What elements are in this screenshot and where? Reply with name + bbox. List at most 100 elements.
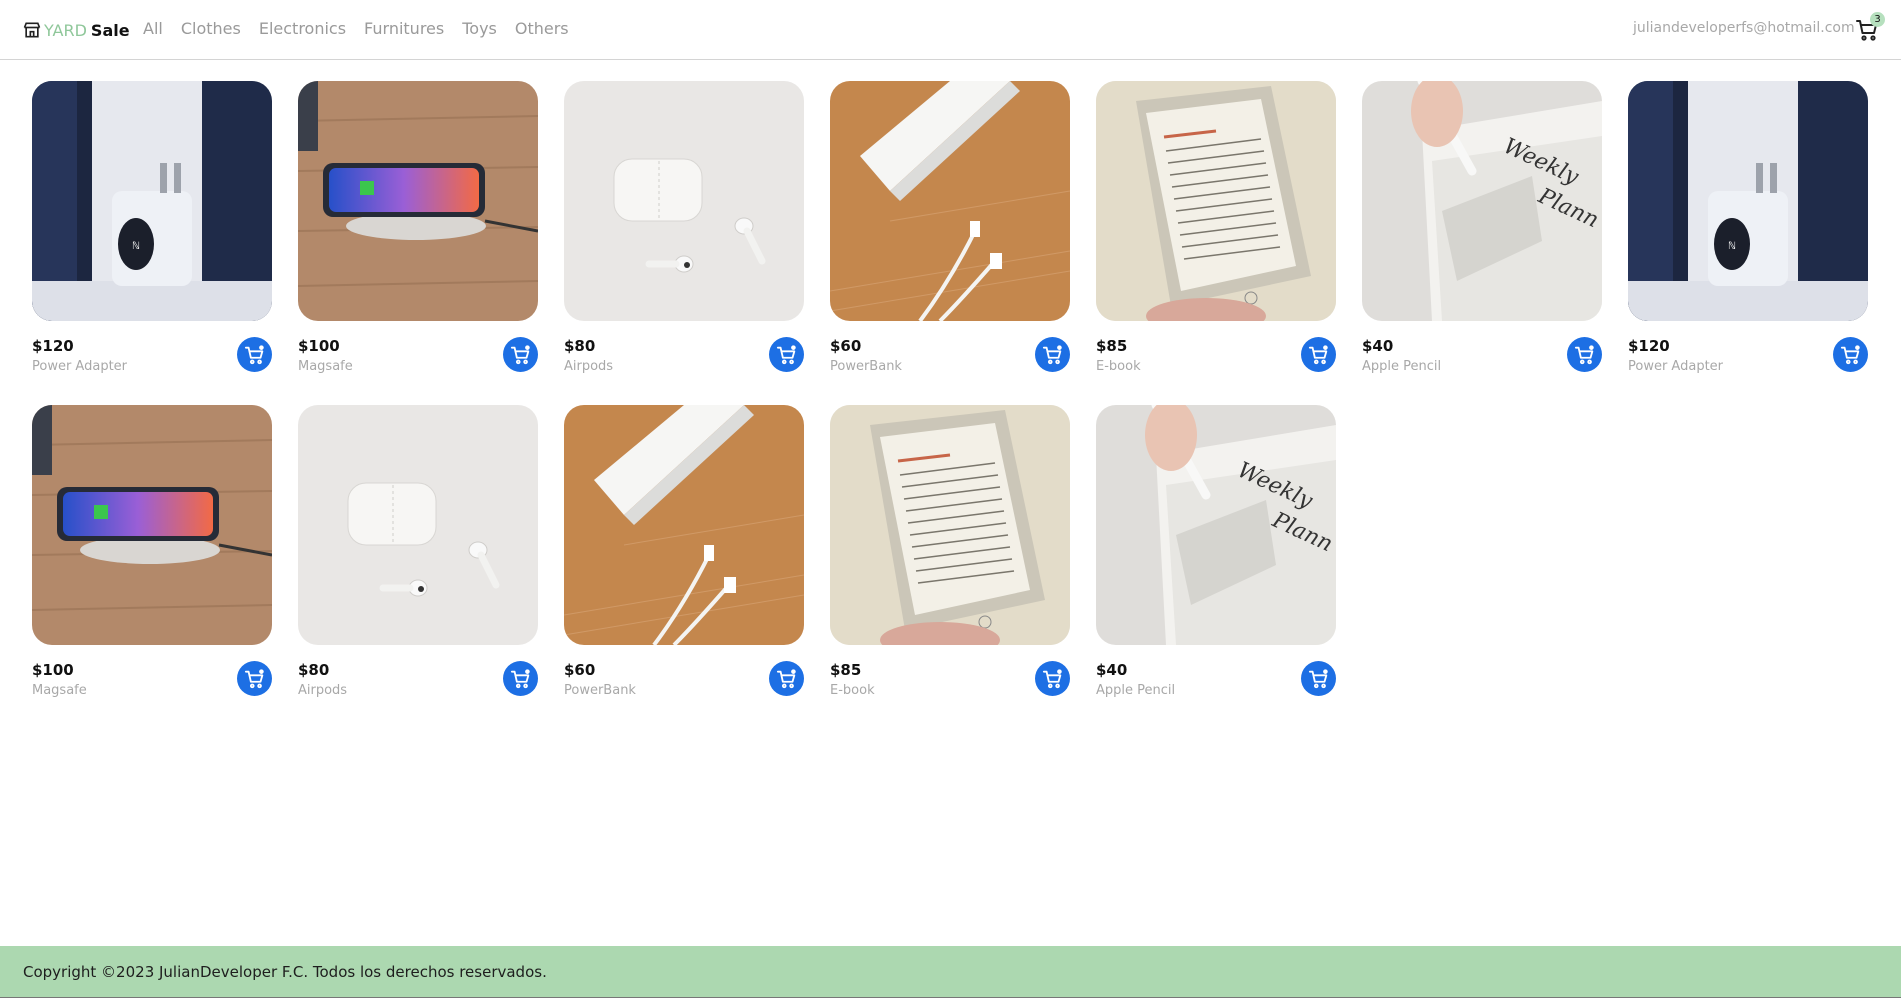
- product-card[interactable]: $80 Airpods: [564, 81, 804, 377]
- nav-link-toys[interactable]: Toys: [462, 19, 497, 38]
- add-to-cart-icon: [1042, 668, 1064, 690]
- product-info: $120 Power Adapter: [32, 337, 127, 374]
- nav-link-all[interactable]: All: [143, 19, 163, 38]
- add-to-cart-button[interactable]: [503, 337, 538, 372]
- product-price: $100: [298, 337, 340, 355]
- brand-yard-text: YARD: [44, 20, 87, 40]
- product-name: Magsafe: [32, 683, 87, 698]
- cart-count-badge: 3: [1870, 12, 1885, 27]
- product-price: $100: [32, 661, 74, 679]
- product-price: $60: [830, 337, 862, 355]
- add-to-cart-icon: [1042, 344, 1064, 366]
- product-image-apple-pencil[interactable]: Weekly Plann: [1362, 81, 1602, 321]
- product-price: $85: [830, 661, 862, 679]
- product-image-apple-pencil[interactable]: Weekly Plann: [1096, 405, 1336, 645]
- product-card[interactable]: $100 Magsafe: [298, 81, 538, 377]
- user-email[interactable]: juliandeveloperfs@hotmail.com: [1633, 20, 1855, 36]
- add-to-cart-icon: [510, 344, 532, 366]
- product-info: $80 Airpods: [564, 337, 613, 374]
- storefront-icon: [23, 22, 41, 38]
- add-to-cart-icon: [244, 668, 266, 690]
- product-info: $120 Power Adapter: [1628, 337, 1723, 374]
- product-info: $80 Airpods: [298, 661, 347, 698]
- add-to-cart-button[interactable]: [237, 337, 272, 372]
- product-price: $40: [1362, 337, 1394, 355]
- product-image-magsafe[interactable]: [298, 81, 538, 321]
- svg-text:ℕ: ℕ: [132, 241, 140, 252]
- product-info: $40 Apple Pencil: [1096, 661, 1175, 698]
- product-name: Airpods: [564, 359, 614, 374]
- add-to-cart-icon: [776, 344, 798, 366]
- add-to-cart-button[interactable]: [1301, 661, 1336, 696]
- product-image-powerbank[interactable]: [564, 405, 804, 645]
- product-card[interactable]: $85 E-book: [1096, 81, 1336, 377]
- product-image-ebook[interactable]: [1096, 81, 1336, 321]
- add-to-cart-icon: [776, 668, 798, 690]
- product-info: $100 Magsafe: [32, 661, 87, 698]
- add-to-cart-icon: [1574, 344, 1596, 366]
- add-to-cart-button[interactable]: [769, 337, 804, 372]
- navbar: YARD Sale All Clothes Electronics Furnit…: [0, 0, 1901, 60]
- nav-link-furnitures[interactable]: Furnitures: [364, 19, 444, 38]
- product-card[interactable]: Weekly Plann $40 Apple Pencil: [1362, 81, 1602, 377]
- product-info: $85 E-book: [830, 661, 875, 698]
- product-card[interactable]: $80 Airpods: [298, 405, 538, 701]
- product-image-power-adapter[interactable]: ℕ: [32, 81, 272, 321]
- brand-sale-text: Sale: [90, 20, 130, 40]
- nav-link-clothes[interactable]: Clothes: [181, 19, 241, 38]
- category-nav: All Clothes Electronics Furnitures Toys …: [143, 19, 569, 38]
- product-image-ebook[interactable]: [830, 405, 1070, 645]
- add-to-cart-button[interactable]: [1035, 337, 1070, 372]
- svg-text:ℕ: ℕ: [1728, 241, 1736, 252]
- product-name: Apple Pencil: [1362, 359, 1442, 374]
- add-to-cart-button[interactable]: [1833, 337, 1868, 372]
- add-to-cart-button[interactable]: [1567, 337, 1602, 372]
- nav-link-others[interactable]: Others: [515, 19, 569, 38]
- add-to-cart-button[interactable]: [503, 661, 538, 696]
- product-name: Magsafe: [298, 359, 353, 374]
- product-price: $80: [298, 661, 330, 679]
- add-to-cart-icon: [1308, 344, 1330, 366]
- footer: Copyright ©2023 JulianDeveloper F.C. Tod…: [0, 946, 1901, 998]
- add-to-cart-icon: [244, 344, 266, 366]
- product-info: $100 Magsafe: [298, 337, 353, 374]
- product-card[interactable]: $60 PowerBank: [564, 405, 804, 701]
- product-info: $60 PowerBank: [830, 337, 902, 374]
- product-info: $85 E-book: [1096, 337, 1141, 374]
- product-name: PowerBank: [564, 683, 636, 698]
- product-price: $120: [32, 337, 74, 355]
- footer-copyright: Copyright ©2023 JulianDeveloper F.C. Tod…: [23, 963, 547, 981]
- product-card[interactable]: $100 Magsafe: [32, 405, 272, 701]
- add-to-cart-button[interactable]: [769, 661, 804, 696]
- product-price: $40: [1096, 661, 1128, 679]
- product-info: $60 PowerBank: [564, 661, 636, 698]
- add-to-cart-button[interactable]: [237, 661, 272, 696]
- product-image-magsafe[interactable]: [32, 405, 272, 645]
- add-to-cart-icon: [1308, 668, 1330, 690]
- product-name: E-book: [1096, 359, 1141, 374]
- product-name: E-book: [830, 683, 875, 698]
- add-to-cart-button[interactable]: [1035, 661, 1070, 696]
- product-name: Airpods: [298, 683, 348, 698]
- product-price: $60: [564, 661, 596, 679]
- product-card[interactable]: ℕ $120 Power Adapter: [1628, 81, 1868, 377]
- product-price: $120: [1628, 337, 1670, 355]
- product-card[interactable]: ℕ $120 Power Adapter: [32, 81, 272, 377]
- add-to-cart-icon: [1840, 344, 1862, 366]
- product-image-airpods[interactable]: [564, 81, 804, 321]
- product-name: Power Adapter: [1628, 359, 1724, 374]
- product-card[interactable]: $85 E-book: [830, 405, 1070, 701]
- brand-logo[interactable]: YARD Sale: [22, 16, 130, 44]
- product-card[interactable]: Weekly Plann $40 Apple Pencil: [1096, 405, 1336, 701]
- product-image-power-adapter[interactable]: ℕ: [1628, 81, 1868, 321]
- product-image-powerbank[interactable]: [830, 81, 1070, 321]
- product-image-airpods[interactable]: [298, 405, 538, 645]
- nav-link-electronics[interactable]: Electronics: [259, 19, 346, 38]
- add-to-cart-icon: [510, 668, 532, 690]
- product-name: Power Adapter: [32, 359, 128, 374]
- product-card[interactable]: $60 PowerBank: [830, 81, 1070, 377]
- add-to-cart-button[interactable]: [1301, 337, 1336, 372]
- cart-button[interactable]: 3: [1855, 12, 1885, 44]
- product-name: Apple Pencil: [1096, 683, 1176, 698]
- product-name: PowerBank: [830, 359, 902, 374]
